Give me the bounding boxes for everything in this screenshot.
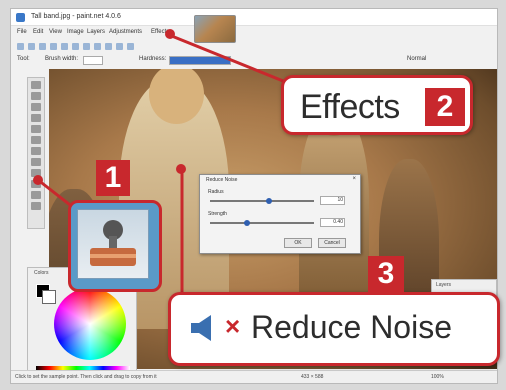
app-icon [16, 13, 25, 22]
tool-options-bar: Tool: Brush width: Hardness: Normal [11, 54, 497, 66]
strength-slider-track[interactable] [210, 222, 314, 224]
effects-callout-label: Effects [300, 88, 400, 126]
tool-magic-wand-icon[interactable] [31, 125, 41, 133]
dialog-title: Reduce Noise [206, 177, 238, 183]
strength-slider-thumb[interactable] [244, 220, 250, 226]
radius-slider-thumb[interactable] [266, 198, 272, 204]
menu-layers[interactable]: Layers [87, 29, 105, 35]
tool-text-icon[interactable] [31, 202, 41, 210]
open-icon[interactable] [28, 42, 35, 50]
window-title: Tall band.jpg - paint.net 4.0.6 [31, 13, 121, 20]
color-wheel[interactable] [54, 288, 126, 360]
tool-zoom-icon[interactable] [31, 114, 41, 122]
pointer-line-dialog [180, 171, 184, 297]
undo-icon[interactable] [116, 42, 123, 50]
stamp-stripe [90, 254, 136, 258]
menu-bar: File Edit View Image Layers Adjustments … [11, 27, 497, 39]
tool-gradient-icon[interactable] [31, 147, 41, 155]
blend-mode-select[interactable]: Normal [407, 56, 426, 62]
menu-image[interactable]: Image [67, 29, 84, 35]
menu-file[interactable]: File [17, 29, 27, 35]
brush-width-field[interactable] [83, 56, 103, 65]
pointer-dot-effects [165, 29, 175, 39]
tools-panel [27, 77, 45, 229]
stamp-neck [109, 236, 117, 248]
reduce-noise-callout: × Reduce Noise [168, 292, 500, 366]
crop-icon[interactable] [94, 42, 101, 50]
pointer-dot-clone [33, 175, 43, 185]
print-icon[interactable] [50, 42, 57, 50]
tool-move-icon[interactable] [31, 92, 41, 100]
title-bar: Tall band.jpg - paint.net 4.0.6 [11, 9, 497, 26]
tool-lasso-icon[interactable] [31, 103, 41, 111]
step-badge-1: 1 [96, 160, 130, 196]
reduce-noise-dialog: Reduce Noise × Radius 10 Strength 0.40 O… [199, 174, 361, 254]
radius-label: Radius [208, 189, 224, 195]
paste-icon[interactable] [83, 42, 90, 50]
pointer-dot-dialog [176, 164, 186, 174]
menu-view[interactable]: View [49, 29, 62, 35]
status-bar: Click to set the sample point. Then clic… [11, 370, 497, 383]
step-badge-3: 3 [368, 256, 404, 292]
clone-stamp-icon [77, 209, 149, 279]
step-badge-2: 2 [425, 88, 465, 126]
colors-panel-title: Colors [34, 270, 49, 276]
tool-clone-icon[interactable] [31, 191, 41, 199]
radius-slider-track[interactable] [210, 200, 314, 202]
tool-select-icon[interactable] [31, 81, 41, 89]
zoom-level[interactable]: 100% [431, 374, 444, 380]
menu-edit[interactable]: Edit [33, 29, 43, 35]
close-icon[interactable]: × [352, 176, 356, 182]
redo-icon[interactable] [127, 42, 134, 50]
image-size: 433 × 588 [301, 374, 324, 380]
mute-x-icon: × [225, 311, 241, 341]
tool-brush-icon[interactable] [31, 158, 41, 166]
deselect-icon[interactable] [105, 42, 112, 50]
strength-value-field[interactable]: 0.40 [320, 218, 345, 227]
copy-icon[interactable] [72, 42, 79, 50]
speaker-mute-icon [191, 315, 211, 341]
save-icon[interactable] [39, 42, 46, 50]
reduce-noise-callout-label: Reduce Noise [251, 309, 452, 345]
cancel-button[interactable]: Cancel [318, 238, 346, 248]
new-icon[interactable] [17, 42, 24, 50]
secondary-color-swatch[interactable] [42, 290, 56, 304]
clone-stamp-tool-tile[interactable] [68, 200, 162, 292]
brush-width-label: Brush width: [45, 56, 79, 62]
cut-icon[interactable] [61, 42, 68, 50]
tool-bucket-icon[interactable] [31, 136, 41, 144]
tool-label: Tool: [17, 56, 30, 62]
menu-adjustments[interactable]: Adjustments [109, 29, 142, 35]
radius-value-field[interactable]: 10 [320, 196, 345, 205]
hardness-label: Hardness: [139, 56, 167, 62]
main-toolbar [11, 40, 497, 52]
strength-label: Strength [208, 211, 227, 217]
layers-panel-title: Layers [436, 282, 452, 288]
ok-button[interactable]: OK [284, 238, 312, 248]
status-hint: Click to set the sample point. Then clic… [15, 374, 157, 380]
